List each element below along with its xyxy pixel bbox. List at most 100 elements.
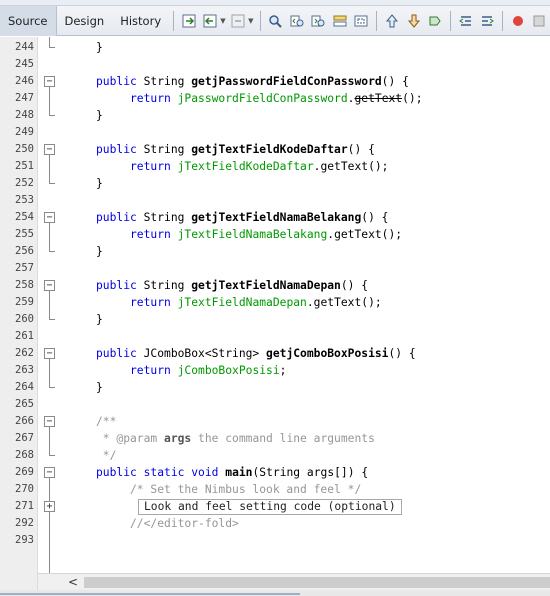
line-number: 258: [15, 279, 34, 291]
tab-source[interactable]: Source: [0, 5, 57, 36]
code-line: }: [96, 175, 103, 192]
toggle-bookmark-icon[interactable]: [426, 12, 444, 30]
code-line: }: [96, 379, 103, 396]
fold-end-marker: [49, 115, 55, 116]
fold-line: [49, 155, 50, 183]
start-macro-recording-icon[interactable]: [509, 12, 527, 30]
code-line: public String getjTextFieldKodeDaftar() …: [96, 141, 375, 158]
code-token: () {: [347, 143, 375, 156]
code-token: jTextFieldKodeDaftar: [177, 160, 314, 173]
next-bookmark-icon[interactable]: [405, 12, 423, 30]
shift-left-icon[interactable]: [457, 12, 475, 30]
line-number: 292: [15, 517, 34, 529]
code-token: return: [130, 228, 171, 241]
find-next-icon[interactable]: [310, 12, 328, 30]
code-token: JComboBox<String>: [136, 347, 267, 360]
code-line: }: [96, 39, 103, 56]
code-line: */: [96, 447, 117, 464]
fold-end-marker: [49, 455, 55, 456]
code-token: ();: [402, 92, 423, 105]
code-fold-gutter: − − − − − − − +: [38, 37, 62, 573]
find-previous-icon[interactable]: [288, 12, 306, 30]
code-line: public String getjTextFieldNamaBelakang(…: [96, 209, 389, 226]
fold-expand-icon[interactable]: +: [44, 501, 55, 512]
code-line: /* Set the Nimbus look and feel */: [130, 481, 361, 498]
forward-icon[interactable]: [230, 12, 248, 30]
line-number: 244: [15, 41, 34, 53]
code-token: jPasswordFieldConPassword: [177, 92, 348, 105]
code-token: .getText();: [306, 296, 382, 309]
code-line: public String getjTextFieldNamaDepan() {: [96, 277, 368, 294]
code-line: return jTextFieldNamaBelakang.getText();: [130, 226, 402, 243]
back-icon[interactable]: [202, 12, 220, 30]
line-number: 251: [15, 160, 34, 172]
shift-right-icon[interactable]: [478, 12, 496, 30]
code-token: return: [130, 92, 171, 105]
code-token: * @param: [96, 432, 165, 445]
line-number: 254: [15, 211, 34, 223]
scroll-left-icon[interactable]: <: [66, 575, 80, 589]
find-icon[interactable]: [267, 12, 285, 30]
toggle-highlight-icon[interactable]: [331, 12, 349, 30]
code-token: .getText();: [327, 228, 403, 241]
fold-toggle-icon[interactable]: −: [44, 76, 55, 87]
fold-toggle-icon[interactable]: −: [44, 280, 55, 291]
stop-macro-recording-icon[interactable]: [530, 12, 548, 30]
fold-toggle-icon[interactable]: −: [44, 467, 55, 478]
horizontal-scrollbar[interactable]: <: [38, 573, 550, 590]
fold-line: [49, 87, 50, 115]
code-token: }: [96, 41, 103, 54]
fold-toggle-icon[interactable]: −: [44, 212, 55, 223]
last-edit-icon[interactable]: [180, 12, 198, 30]
forward-dropdown-icon[interactable]: ▼: [248, 17, 253, 25]
code-token: static: [143, 466, 185, 479]
code-token: getjTextFieldNamaDepan: [191, 279, 341, 292]
code-token: (String args[]) {: [252, 466, 369, 479]
fold-toggle-icon[interactable]: −: [44, 144, 55, 155]
code-token: getjTextFieldKodeDaftar: [191, 143, 348, 156]
code-token: getjTextFieldNamaBelakang: [191, 211, 362, 224]
line-number: 266: [15, 415, 34, 427]
fold-line: [49, 478, 50, 573]
code-line: }: [96, 311, 103, 328]
line-number: 260: [15, 313, 34, 325]
code-token: getText: [354, 92, 403, 105]
gutter-bottom-filler: [0, 573, 38, 590]
fold-toggle-icon[interactable]: −: [44, 348, 55, 359]
code-token: getjComboBoxPosisi: [266, 347, 389, 360]
fold-end-marker: [49, 319, 55, 320]
code-token: jComboBoxPosisi: [177, 364, 280, 377]
line-number: 252: [15, 177, 34, 189]
line-number: 248: [15, 109, 34, 121]
tab-history[interactable]: History: [112, 6, 169, 36]
line-number: 268: [15, 449, 34, 461]
code-line: public static void main(String args[]) {: [96, 464, 368, 481]
code-line: public JComboBox<String> getjComboBoxPos…: [96, 345, 416, 362]
scrollbar-thumb[interactable]: [84, 577, 550, 588]
collapsed-fold-block[interactable]: Look and feel setting code (optional): [138, 499, 402, 515]
code-token: public: [96, 143, 137, 156]
code-token: ;: [279, 364, 287, 377]
back-dropdown-icon[interactable]: ▼: [220, 17, 225, 25]
line-number: 259: [15, 296, 34, 308]
line-number: 261: [15, 330, 34, 342]
previous-bookmark-icon[interactable]: [383, 12, 401, 30]
code-token: public: [96, 279, 137, 292]
code-token: String: [136, 279, 192, 292]
fold-line: [49, 223, 50, 251]
code-token: return: [130, 160, 171, 173]
fold-toggle-icon[interactable]: −: [44, 416, 55, 427]
toggle-rectangular-selection-icon[interactable]: [353, 12, 371, 30]
code-token: .getText();: [313, 160, 389, 173]
code-editor[interactable]: } public String getjPasswordFieldConPass…: [62, 37, 550, 573]
line-number: 253: [15, 194, 34, 206]
tab-design[interactable]: Design: [57, 6, 113, 36]
fold-line: [49, 359, 50, 387]
toolbar-separator: [376, 10, 378, 31]
code-token: return: [130, 296, 171, 309]
code-line: * @param args the command line arguments: [96, 430, 375, 447]
code-token: () {: [388, 347, 416, 360]
fold-line: [49, 427, 50, 455]
code-line: return jPasswordFieldConPassword.getText…: [130, 90, 423, 107]
toolbar-separator: [449, 10, 451, 31]
